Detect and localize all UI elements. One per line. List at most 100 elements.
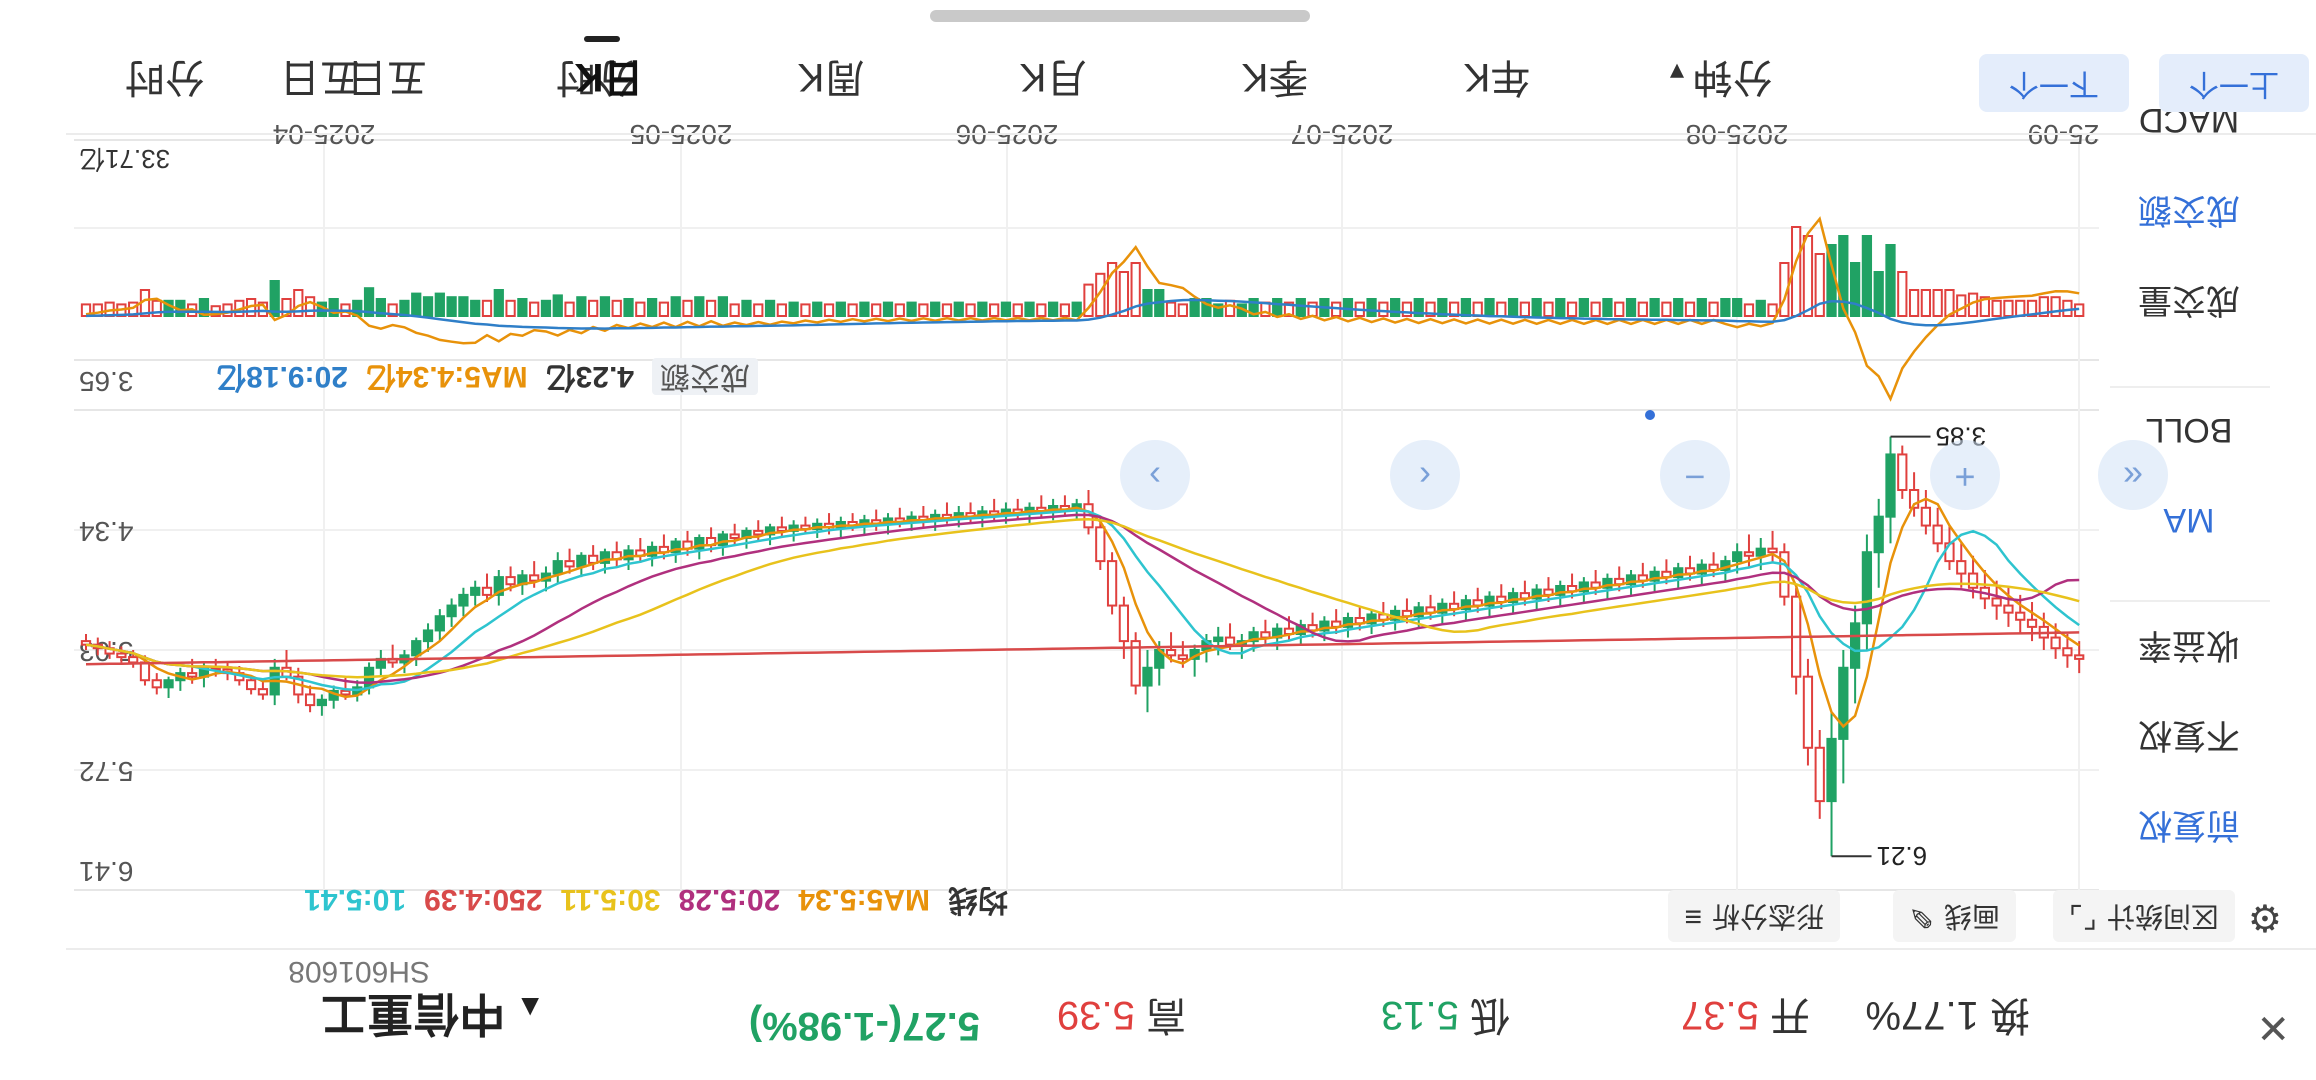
volume-bar-up — [1543, 301, 1554, 317]
volume-bar-down — [741, 299, 752, 317]
pattern-analysis-button[interactable]: 形态分析 ≡ — [1668, 890, 1840, 942]
close-icon[interactable]: ✕ — [2256, 1004, 2290, 1050]
stock-info-bar: ✕ 换 1.77% 开 5.37 低 5.13 高 5.39 5.27(-1.98%) ▲ 中… — [0, 950, 2316, 1080]
high-label: 高 — [1146, 993, 1186, 1037]
volume-bar-down — [906, 301, 917, 317]
candle-up — [776, 526, 787, 532]
crosshair-dot — [1645, 410, 1655, 420]
nav-first-icon[interactable]: « — [2098, 440, 2168, 510]
volume-bar-down — [953, 301, 964, 317]
volume-bar-down — [788, 301, 799, 317]
stock-name[interactable]: ▲ 中信重工 — [321, 984, 545, 1050]
volume-bar-up — [1177, 303, 1188, 317]
down-button[interactable]: 下一个 — [1979, 54, 2129, 112]
turnover-stat: 换 1.77% — [1865, 990, 2030, 1048]
side-item-turnover-amount[interactable]: 成交额 — [2104, 170, 2274, 250]
volume-legend-row: 成交额 4.23亿 MA5:4.34亿 20:9.18亿 — [216, 358, 776, 402]
side-item-no-adjust[interactable]: 不复权 — [2104, 695, 2274, 775]
candle-down — [411, 640, 422, 657]
range-stats-button[interactable]: 区间统计 ⌜⌟ — [2052, 890, 2235, 942]
candle-up — [187, 672, 198, 678]
volume-bar-up — [1932, 289, 1943, 317]
candle-up — [116, 652, 127, 659]
volume-bar-up — [658, 301, 670, 317]
volume-bar-up — [564, 301, 575, 317]
volume-bar-up — [1519, 301, 1531, 317]
candle-up — [1260, 631, 1271, 639]
triangle-up-icon: ▲ — [515, 991, 545, 1024]
open-stat: 开 5.37 — [1681, 990, 1810, 1048]
tab-weekly-k[interactable]: 周K — [776, 42, 886, 112]
volume-legend-label[interactable]: 成交额 — [652, 358, 758, 395]
volume-bar-up — [847, 303, 858, 317]
high-value: 5.39 — [1057, 993, 1135, 1037]
volume-bar-up — [481, 299, 493, 317]
draw-line-button[interactable]: 画线 ✎ — [1892, 890, 2016, 942]
ma20-legend: 20:5.28 — [678, 883, 781, 916]
ma5-line — [85, 497, 2080, 729]
volume-bar-up — [918, 303, 929, 317]
volume-bar-up — [1684, 301, 1696, 317]
side-separator — [2110, 386, 2270, 388]
volume-bar-down — [1649, 298, 1660, 317]
zoom-out-icon[interactable]: − — [1660, 440, 1730, 510]
low-stat: 低 5.13 — [1381, 990, 1510, 1048]
side-item-forward-adjust[interactable]: 前复权 — [2104, 785, 2274, 865]
candle-down — [1213, 636, 1224, 643]
candles — [80, 436, 2085, 857]
candle-down — [1142, 666, 1153, 687]
tab-five-day-line[interactable]: 五日 — [332, 42, 442, 112]
volume-bar-down — [1024, 301, 1035, 317]
candle-up — [1802, 675, 1814, 749]
volume-bar-up — [1590, 301, 1601, 317]
up-button[interactable]: 上一个 — [2159, 54, 2309, 112]
candle-up — [1967, 572, 1979, 589]
volume-bar-up — [2015, 299, 2026, 317]
candle-down — [1849, 622, 1861, 669]
volume-bar-down — [1047, 301, 1059, 317]
candle-down — [1755, 547, 1766, 557]
candle-up — [1814, 746, 1825, 803]
candle-up — [2015, 611, 2026, 621]
candle-down — [1885, 453, 1896, 518]
divider — [66, 948, 2316, 950]
volume-bar-down — [1555, 298, 1566, 317]
volume-bar-down — [1578, 298, 1589, 317]
volume-bar-up — [1956, 294, 1967, 317]
turnover-label: 换 — [1990, 993, 2030, 1037]
candle-up — [2003, 604, 2014, 614]
zoom-in-icon[interactable]: + — [1930, 440, 2000, 510]
volume-bar-down — [859, 301, 870, 317]
volume-bar-down — [411, 292, 422, 317]
nav-prev-icon[interactable]: ‹ — [1390, 440, 1460, 510]
tab-monthly-k[interactable]: 月K — [998, 42, 1108, 112]
side-separator — [2110, 600, 2270, 602]
ma250-line — [85, 631, 2080, 666]
side-item-volume[interactable]: 成交量 — [2104, 260, 2274, 340]
candle-up — [729, 533, 740, 539]
volume-bar-up — [529, 301, 540, 317]
volume-bar-down — [1732, 298, 1743, 317]
candle-up — [1897, 453, 1908, 491]
candle-up — [139, 661, 151, 682]
volume-bar-down — [694, 296, 705, 317]
tab-minute-line[interactable]: 分时 — [110, 42, 220, 112]
tab-daily-k[interactable]: 日K — [554, 42, 664, 112]
tab-yearly-k[interactable]: 年K — [1442, 42, 1552, 112]
volume-bar-down — [812, 301, 823, 317]
tab-minutes-dropdown[interactable]: 分钟▼ — [1654, 42, 1784, 112]
candle-up — [2026, 618, 2038, 628]
side-item-return-rate[interactable]: 收益率 — [2104, 605, 2274, 685]
volume-bar-down — [1849, 262, 1861, 317]
volume-bar-down — [1602, 298, 1613, 317]
nav-next-icon[interactable]: › — [1120, 440, 1190, 510]
candle-up — [340, 689, 351, 696]
volume-bar-up — [776, 303, 787, 317]
volume-bar-down — [1295, 298, 1306, 317]
tab-quarterly-k[interactable]: 季K — [1220, 42, 1330, 112]
volume-bar-up — [1224, 299, 1236, 317]
candle-up — [1767, 547, 1778, 554]
volume-bar-down — [434, 292, 445, 317]
settings-gear-icon[interactable]: ⚙ — [2248, 895, 2282, 940]
stock-name-text: 中信重工 — [321, 988, 506, 1040]
